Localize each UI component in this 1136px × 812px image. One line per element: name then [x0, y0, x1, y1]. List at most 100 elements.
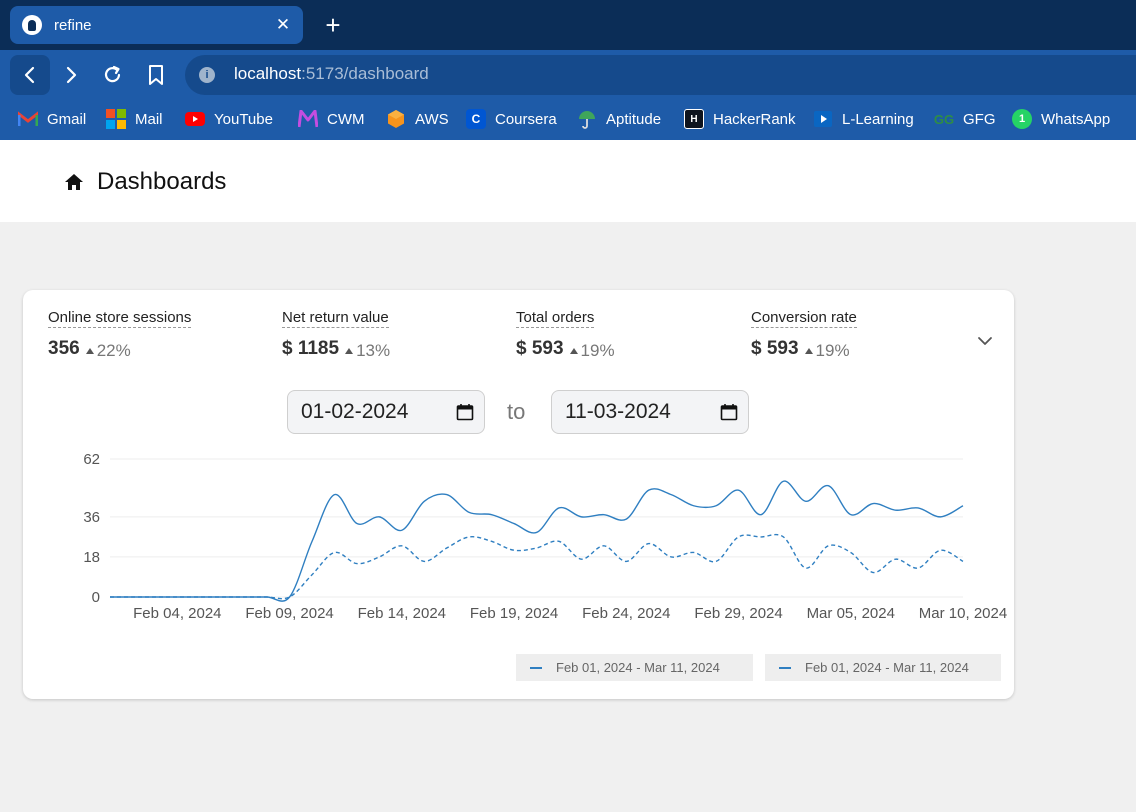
bookmark-hackerrank[interactable]: H HackerRank — [684, 108, 796, 130]
new-tab-button[interactable]: + — [320, 12, 346, 38]
bookmark-label: YouTube — [214, 110, 273, 128]
url-text[interactable]: localhost:5173/dashboard — [234, 64, 429, 84]
gmail-icon — [18, 109, 38, 129]
series-line-dashed[interactable] — [109, 533, 964, 600]
y-tick-label: 36 — [83, 509, 100, 526]
kpi-change-value: 19% — [815, 341, 850, 360]
trend-up-icon — [85, 348, 94, 354]
youtube-icon — [185, 109, 205, 129]
linkedin-learning-icon — [813, 109, 833, 129]
legend-label: Feb 01, 2024 - Mar 11, 2024 — [805, 660, 969, 675]
kpi-label: Total orders — [516, 309, 595, 328]
x-tick-label: Feb 09, 2024 — [245, 605, 333, 622]
bookmark-gfg[interactable]: GG GFG — [934, 108, 996, 130]
kpi-change-value: 22% — [96, 341, 131, 360]
microsoft-icon — [106, 109, 126, 129]
aws-icon — [386, 109, 406, 129]
bookmark-gmail[interactable]: Gmail — [18, 108, 86, 130]
sessions-line-chart[interactable]: 0 18 36 62 Feb 04, 2024 Feb 09, 2024 Feb 14, 2… — [60, 445, 1020, 630]
bookmark-button[interactable] — [143, 62, 169, 88]
bookmark-label: Aptitude — [606, 110, 662, 128]
kpi-total-orders[interactable]: Total orders $ 593 19% — [516, 309, 615, 361]
gfg-icon: GG — [933, 111, 955, 127]
kpi-change: 19% — [569, 341, 615, 361]
bookmark-label: L-Learning — [842, 110, 914, 128]
bookmark-mail[interactable]: Mail — [106, 108, 163, 130]
kpi-label: Online store sessions — [48, 309, 192, 328]
calendar-icon[interactable] — [456, 403, 474, 421]
end-date-input[interactable]: 11-03-2024 — [551, 390, 749, 434]
bookmark-l-learning[interactable]: L-Learning — [813, 108, 914, 130]
y-tick-label: 18 — [83, 549, 100, 566]
kpi-value: $ 1185 — [282, 338, 340, 359]
umbrella-icon — [577, 109, 597, 129]
legend-solid-swatch — [530, 666, 542, 669]
kpi-label: Net return value — [282, 309, 389, 328]
kpi-online-store-sessions[interactable]: Online store sessions 356 22% — [48, 309, 192, 361]
kpi-conversion-rate[interactable]: Conversion rate $ 593 19% — [751, 309, 857, 361]
bookmark-label: Mail — [135, 110, 163, 128]
trend-up-icon — [804, 348, 813, 354]
series-line-solid[interactable] — [109, 480, 964, 602]
kpi-value: 356 — [48, 338, 80, 359]
forward-button[interactable] — [58, 62, 84, 88]
kpi-change-value: 13% — [356, 341, 391, 360]
x-tick-label: Feb 29, 2024 — [694, 605, 782, 622]
bookmark-label: AWS — [415, 110, 449, 128]
kpi-net-return-value[interactable]: Net return value $ 1185 13% — [282, 309, 390, 361]
bookmark-label: Gmail — [47, 110, 87, 128]
x-tick-label: Feb 24, 2024 — [582, 605, 670, 622]
legend-item-solid[interactable]: Feb 01, 2024 - Mar 11, 2024 — [516, 654, 753, 681]
browser-tab[interactable]: refine ✕ — [10, 6, 303, 44]
cwm-icon — [298, 109, 318, 129]
bookmark-label: Coursera — [495, 110, 557, 128]
tab-title: refine — [54, 16, 92, 34]
bookmark-label: GFG — [963, 110, 996, 128]
x-tick-label: Mar 05, 2024 — [807, 605, 895, 622]
hackerrank-icon: H — [684, 109, 704, 129]
calendar-icon[interactable] — [720, 403, 738, 421]
x-tick-label: Feb 14, 2024 — [358, 605, 446, 622]
legend-label: Feb 01, 2024 - Mar 11, 2024 — [556, 660, 720, 675]
bookmark-cwm[interactable]: CWM — [298, 108, 365, 130]
x-tick-label: Feb 19, 2024 — [470, 605, 558, 622]
kpi-change: 13% — [345, 341, 390, 361]
bookmark-aws[interactable]: AWS — [386, 108, 449, 130]
coursera-icon: C — [466, 109, 486, 129]
x-tick-label: Mar 10, 2024 — [919, 605, 1007, 622]
page-title: Dashboards — [97, 168, 227, 195]
whatsapp-icon: 1 — [1012, 109, 1032, 129]
start-date-value: 01-02-2024 — [301, 400, 409, 423]
chevron-down-icon[interactable] — [977, 333, 993, 349]
end-date-value: 11-03-2024 — [565, 400, 671, 423]
y-tick-label: 62 — [83, 451, 100, 468]
legend-item-dashed[interactable]: Feb 01, 2024 - Mar 11, 2024 — [765, 654, 1001, 681]
start-date-input[interactable]: 01-02-2024 — [287, 390, 485, 434]
bookmark-aptitude[interactable]: Aptitude — [577, 108, 661, 130]
refine-favicon-icon — [22, 15, 42, 35]
bookmark-label: CWM — [327, 110, 365, 128]
x-tick-label: Feb 04, 2024 — [133, 605, 221, 622]
trend-up-icon — [345, 348, 354, 354]
home-icon[interactable] — [64, 172, 84, 192]
back-arrow-icon — [17, 62, 43, 88]
legend-dashed-swatch — [779, 666, 791, 669]
url-path: :5173/dashboard — [301, 64, 429, 83]
reload-button[interactable] — [100, 62, 126, 88]
bookmark-youtube[interactable]: YouTube — [185, 108, 273, 130]
kpi-value: $ 593 — [516, 338, 564, 359]
kpi-label: Conversion rate — [751, 309, 857, 328]
url-host: localhost — [234, 64, 302, 83]
kpi-change-value: 19% — [580, 341, 615, 360]
date-range-separator: to — [507, 399, 526, 424]
bookmark-coursera[interactable]: C Coursera — [466, 108, 557, 130]
bookmark-whatsapp[interactable]: 1 WhatsApp — [1012, 108, 1110, 130]
bookmark-label: HackerRank — [713, 110, 796, 128]
close-tab-icon[interactable]: ✕ — [273, 15, 293, 35]
bookmark-label: WhatsApp — [1041, 110, 1111, 128]
trend-up-icon — [569, 348, 578, 354]
kpi-change: 19% — [804, 341, 850, 361]
site-info-icon[interactable]: i — [199, 67, 215, 83]
y-tick-label: 0 — [92, 589, 100, 606]
kpi-change: 22% — [85, 341, 131, 361]
